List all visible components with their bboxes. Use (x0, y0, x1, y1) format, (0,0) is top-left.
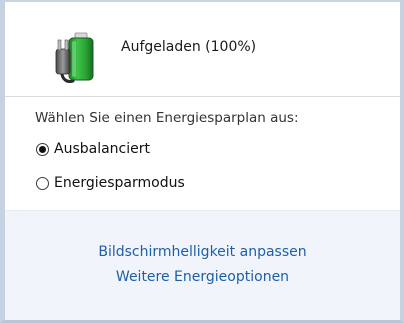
more-power-options-link[interactable]: Weitere Energieoptionen (5, 269, 400, 285)
radio-button[interactable] (36, 176, 49, 190)
radio-button-selected[interactable] (36, 142, 49, 156)
power-plan-option-balanced[interactable]: Ausbalanciert (36, 141, 150, 157)
battery-status-text: Aufgeladen (100%) (121, 39, 257, 55)
power-plan-heading: Wählen Sie einen Energiesparplan aus: (35, 110, 299, 126)
adjust-brightness-link[interactable]: Bildschirmhelligkeit anpassen (5, 244, 400, 260)
divider (5, 96, 400, 97)
power-plan-label: Energiesparmodus (54, 175, 185, 191)
power-plan-option-power-saver[interactable]: Energiesparmodus (36, 175, 185, 191)
battery-flyout: Aufgeladen (100%) Wählen Sie einen Energ… (0, 0, 404, 323)
power-plan-label: Ausbalanciert (54, 141, 150, 157)
links-panel: Bildschirmhelligkeit anpassen Weitere En… (5, 210, 400, 320)
battery-plugged-icon (55, 32, 94, 83)
